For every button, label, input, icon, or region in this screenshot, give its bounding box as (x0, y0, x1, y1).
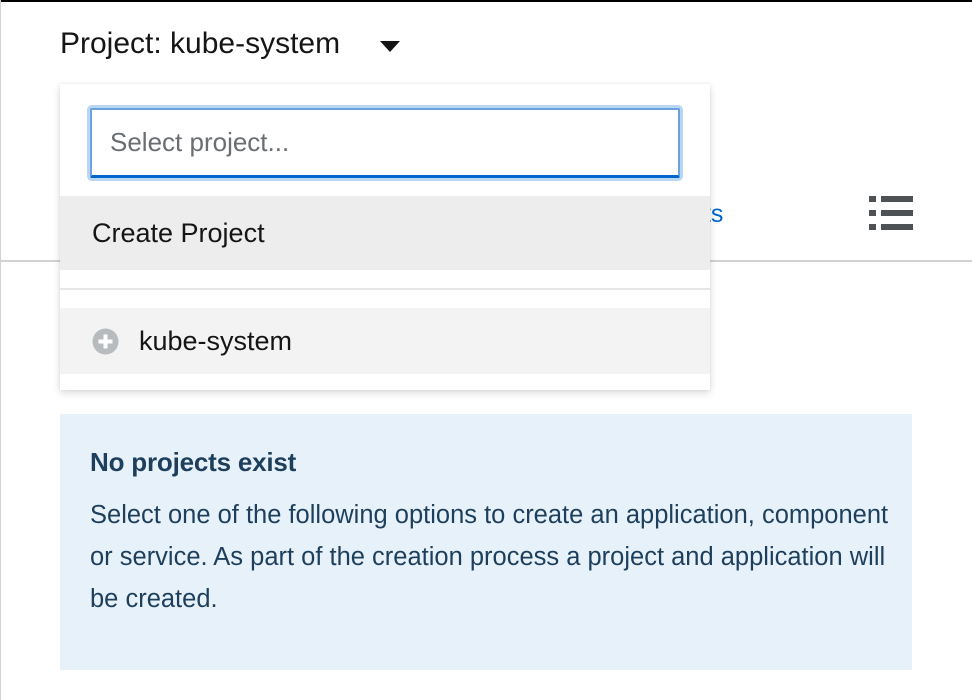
project-selector-toggle[interactable]: Project: kube-system (60, 22, 401, 66)
list-view-icon[interactable] (869, 195, 913, 231)
window-top-border (0, 0, 972, 2)
caret-down-icon (380, 40, 401, 52)
project-menu-item[interactable]: kube-system (60, 308, 710, 374)
project-dropdown-menu: Create Project kube-system (60, 84, 710, 390)
project-selector-label: Project: kube-system (60, 27, 341, 60)
no-projects-alert: No projects exist Select one of the foll… (60, 414, 912, 670)
window-left-border (0, 0, 1, 700)
menu-divider (60, 288, 710, 290)
create-project-menu-item[interactable]: Create Project (60, 196, 710, 270)
alert-title: No projects exist (90, 447, 297, 477)
alert-body: Select one of the following options to c… (90, 501, 889, 613)
plus-circle-icon (92, 328, 119, 354)
project-search-input[interactable] (90, 108, 680, 178)
project-menu-item-label: kube-system (139, 325, 293, 356)
